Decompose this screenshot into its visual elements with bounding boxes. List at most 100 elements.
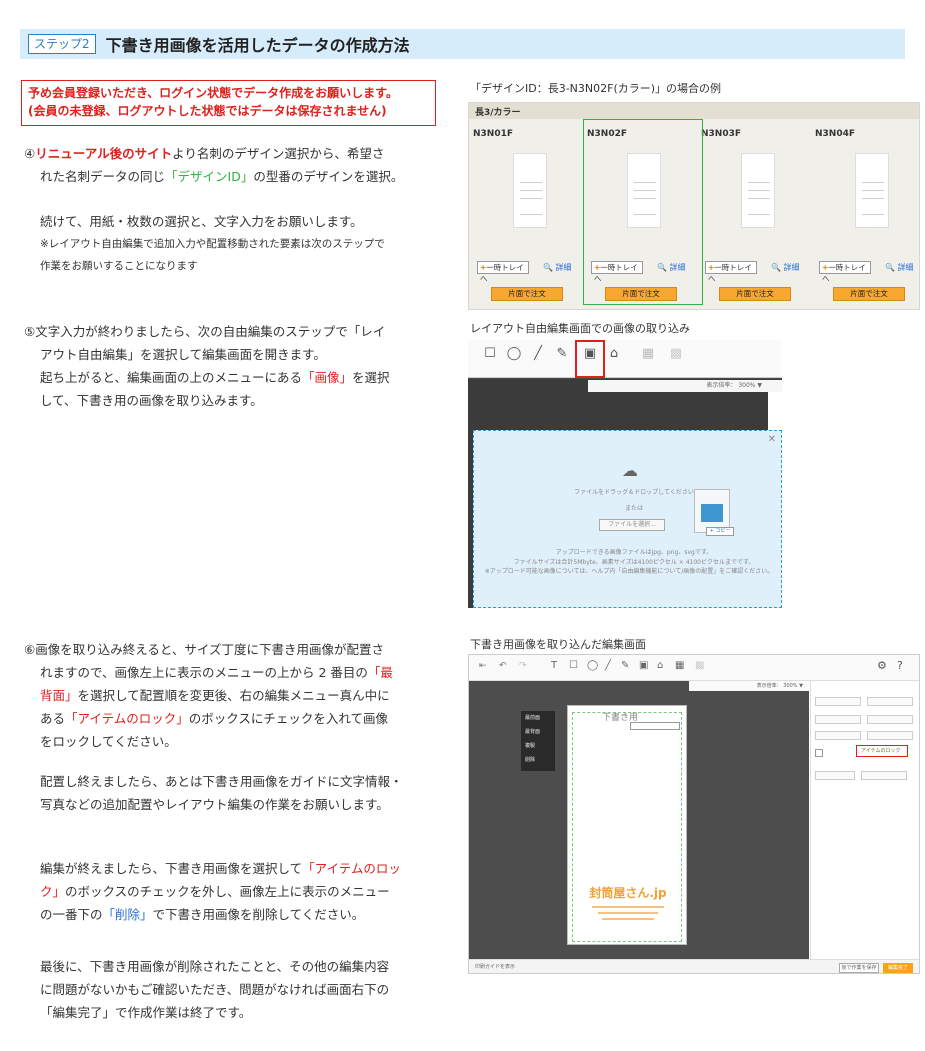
design-card[interactable]: N3N03F +一時トレイへ 🔍 詳細 片面で注文: [701, 123, 813, 303]
step5-line2: アウト自由編集」を選択して編集画面を開きます。: [40, 347, 326, 362]
step5-paragraph: ⑤文字入力が終わりましたら、次の自由編集のステップで「レイ アウト自由編集」を選…: [24, 320, 444, 412]
temp-tray-button[interactable]: +一時トレイへ: [477, 261, 529, 283]
image-settings-button[interactable]: [815, 771, 855, 780]
undo-icon[interactable]: ↶: [499, 661, 507, 671]
step6-paragraph-3: 編集が終えましたら、下書き用画像を選択して「アイテムのロッ ク」のボックスのチェ…: [24, 857, 444, 926]
undo-all-icon[interactable]: ⇤: [479, 661, 487, 671]
step6-p4l3: 「編集完了」で作成作業は終了です。: [40, 1005, 252, 1020]
center-checkbox[interactable]: [815, 749, 823, 757]
text-tool-icon[interactable]: ☐: [482, 346, 498, 362]
upload-info-3: ※アップロード可能な画像については、ヘルプ内「自由編集機能について/画像の配置」…: [484, 568, 774, 575]
caption-design-example: 「デザインID：長3-N3N02F(カラー)」の場合の例: [470, 82, 722, 95]
copy-badge: + コピー: [706, 527, 734, 536]
pen-tool-icon[interactable]: ✎: [621, 660, 629, 671]
grid-tool-icon[interactable]: ▩: [695, 660, 704, 671]
upload-info-1: アップロードできる画像ファイルはjpg、png、svgです。: [555, 549, 713, 556]
y-field[interactable]: [867, 697, 913, 706]
step6-l1: ⑥画像を取り込み終えると、サイズ丁度に下書き用画像が配置さ: [24, 642, 384, 657]
caption-edit-screen: 下書き用画像を取り込んだ編集画面: [470, 638, 646, 651]
step5-line4: して、下書き用の画像を取り込みます。: [40, 393, 263, 408]
card-canvas[interactable]: 下書き用 封筒屋さん.jp: [567, 705, 687, 945]
circle-tool-icon[interactable]: ◯: [587, 660, 598, 671]
caption-image-import: レイアウト自由編集画面での画像の取り込み: [470, 322, 690, 335]
close-icon[interactable]: ✕: [768, 434, 776, 445]
grid-tool-icon[interactable]: ▩: [668, 346, 684, 362]
section-header: ステップ2 下書き用画像を活用したデータの作成方法: [20, 29, 905, 59]
delete-item[interactable]: 削除: [521, 753, 555, 767]
height-field[interactable]: [867, 715, 913, 724]
stamp-tool-icon[interactable]: ⌂: [657, 660, 663, 671]
gear-icon[interactable]: ⚙: [877, 659, 887, 672]
ratio-button[interactable]: [867, 731, 913, 740]
select-file-button[interactable]: ファイルを選択...: [599, 519, 665, 531]
line-tool-icon[interactable]: ╱: [605, 660, 611, 671]
card-thumbnail: [513, 153, 547, 228]
step6-p3l3a: の一番下の: [40, 907, 103, 922]
editor-toolbar: ⇤ ↶ ↷ T ☐ ◯ ╱ ✎ ▣ ⌂ ▦ ▩ ⚙ ?: [469, 655, 919, 681]
x-field[interactable]: [815, 697, 861, 706]
qr-tool-icon[interactable]: ▦: [640, 346, 656, 362]
step6-p4l2: に問題がないかもご確認いただき、問題がなければ画面右下の: [40, 982, 390, 997]
file-dropzone[interactable]: ✕ ☁ ファイルをドラッグ＆ドロップしてください または ファイルを選択... …: [473, 430, 782, 608]
rect-tool-icon[interactable]: ☐: [569, 660, 578, 671]
step6-l4a: ある: [40, 711, 66, 726]
step6-p3l2b: のボックスのチェックを外し、画像左上に表示のメニュー: [65, 884, 390, 899]
step5-line3a: 起ち上がると、編集画面の上のメニューにある: [40, 370, 303, 385]
bring-front-item[interactable]: 最前面: [521, 711, 555, 725]
temp-tray-button[interactable]: +一時トレイへ: [705, 261, 757, 283]
step4-paragraph: ④リニューアル後のサイトより名刺のデザイン選択から、希望さ れた名刺データの同じ…: [24, 142, 444, 188]
help-icon[interactable]: ?: [897, 659, 903, 672]
zoom-indicator[interactable]: 表示倍率： 300% ▼: [588, 380, 782, 392]
rotation-field[interactable]: [815, 731, 861, 740]
detail-link[interactable]: 🔍 詳細: [771, 261, 800, 274]
print-guide-toggle[interactable]: 印刷ガイドを表示: [475, 963, 515, 970]
step-badge: ステップ2: [28, 34, 96, 54]
step6-delete-keyword: 「削除」: [102, 907, 153, 922]
design-card[interactable]: N3N04F +一時トレイへ 🔍 詳細 片面で注文: [815, 123, 925, 303]
step4-continue: 続けて、用紙・枚数の選択と、文字入力をお願いします。 ※レイアウト自由編集で追加…: [24, 210, 444, 277]
image-tool-icon[interactable]: ▣: [639, 660, 648, 671]
step6-p3l3c: で下書き用画像を削除してください。: [152, 907, 365, 922]
step4-number: ④: [24, 146, 36, 161]
design-list-screenshot: 長3/カラー N3N01F +一時トレイへ 🔍 詳細 片面で注文 N3N02F …: [468, 102, 920, 310]
step6-l5: をロックしてください。: [40, 734, 177, 749]
width-field[interactable]: [815, 715, 861, 724]
step6-p3l2a: ク」: [40, 884, 66, 899]
design-card[interactable]: N3N01F +一時トレイへ 🔍 詳細 片面で注文: [473, 123, 585, 303]
edit-side-panel: アイテムのロック: [810, 681, 919, 959]
trimming-button[interactable]: [861, 771, 907, 780]
save-later-button[interactable]: 後で作業を保存: [839, 963, 879, 973]
step5-line1: ⑤文字入力が終わりましたら、次の自由編集のステップで「レイ: [24, 324, 386, 339]
send-back-item[interactable]: 最背面: [521, 725, 555, 739]
order-button[interactable]: 片面で注文: [833, 287, 905, 301]
detail-link[interactable]: 🔍 詳細: [885, 261, 914, 274]
detail-link[interactable]: 🔍 詳細: [543, 261, 572, 274]
login-notice: 予め会員登録いただき、ログイン状態でデータ作成をお願いします。 (会員の未登録、…: [21, 80, 436, 126]
order-button[interactable]: 片面で注文: [719, 287, 791, 301]
order-button[interactable]: 片面で注文: [491, 287, 563, 301]
pen-tool-icon[interactable]: ✎: [554, 346, 570, 362]
redo-icon[interactable]: ↷: [519, 661, 527, 671]
step4-note1: ※レイアウト自由編集で追加入力や配置移動された要素は次のステップで: [40, 238, 385, 250]
design-code: N3N01F: [473, 129, 513, 139]
line-tool-icon[interactable]: ╱: [530, 346, 546, 362]
step4-note2: 作業をお願いすることになります: [40, 260, 198, 272]
step6-p3l1a: 編集が終えましたら、下書き用画像を選択して: [40, 861, 303, 876]
design-code: N3N03F: [701, 129, 741, 139]
finish-edit-button[interactable]: 編集完了: [883, 963, 913, 973]
circle-tool-icon[interactable]: ◯: [506, 346, 522, 362]
text-tool-icon[interactable]: T: [551, 660, 557, 671]
step6-p2l2: 写真などの追加配置やレイアウト編集の作業をお願いします。: [40, 797, 389, 812]
step6-lock-keyword: 「アイテムのロック」: [65, 711, 189, 726]
step6-l3b: を選択して配置順を変更後、右の編集メニュー真ん中に: [77, 688, 390, 703]
temp-tray-button[interactable]: +一時トレイへ: [819, 261, 871, 283]
image-import-screenshot: ☐ ◯ ╱ ✎ ▣ ⌂ ▦ ▩ 表示倍率： 300% ▼ ✕ ☁ ファイルをドラ…: [468, 340, 782, 608]
duplicate-item[interactable]: 複製: [521, 739, 555, 753]
qr-tool-icon[interactable]: ▦: [675, 660, 684, 671]
section-title: 下書き用画像を活用したデータの作成方法: [105, 36, 410, 55]
card-thumbnail: [741, 153, 775, 228]
item-lock-checkbox[interactable]: アイテムのロック: [856, 745, 908, 757]
zoom-indicator[interactable]: 表示倍率： 300% ▼: [689, 681, 809, 691]
step6-l3a: 背面」: [40, 688, 78, 703]
stamp-tool-icon[interactable]: ⌂: [606, 346, 622, 362]
